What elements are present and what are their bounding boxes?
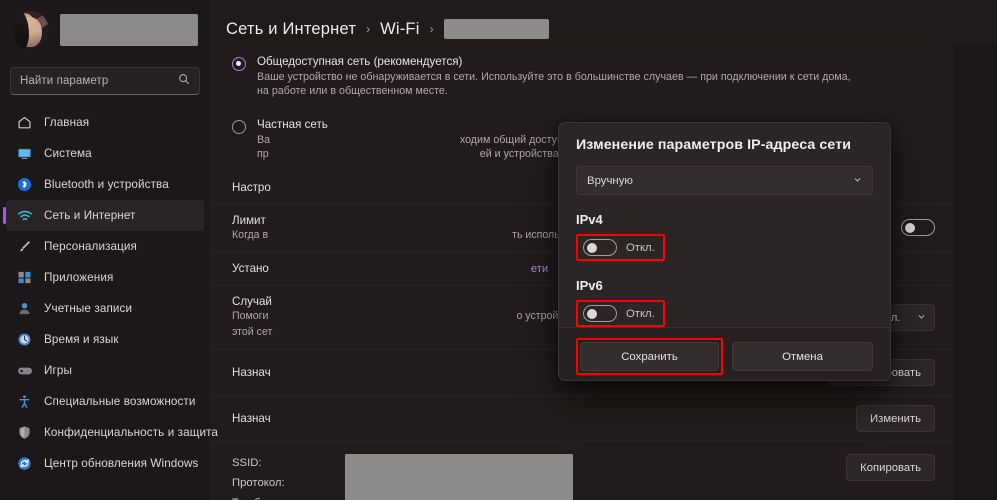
chevron-down-icon [917,312,926,324]
sidebar-item-bluetooth[interactable]: Bluetooth и устройства [6,169,204,200]
system-icon [16,145,33,162]
apps-icon [16,269,33,286]
breadcrumb-item-network[interactable]: Сеть и Интернет [226,20,356,39]
accessibility-icon [16,393,33,410]
network-profile-public[interactable]: Общедоступная сеть (рекомендуется) Ваше … [210,44,953,107]
row-label: Устано [232,262,269,275]
gamepad-icon [16,362,33,379]
chevron-right-icon: › [430,22,434,36]
sidebar-item-accessibility[interactable]: Специальные возможности [6,386,204,417]
toggle-knob [587,309,597,319]
sidebar-item-gaming[interactable]: Игры [6,355,204,386]
account-header[interactable] [0,0,210,59]
save-button[interactable]: Сохранить [580,342,719,371]
sidebar-item-label: Сеть и Интернет [44,209,136,222]
breadcrumb: Сеть и Интернет › Wi-Fi › [210,0,997,44]
change-button[interactable]: Изменить [856,405,935,432]
wifi-icon [16,207,33,224]
toggle-knob [587,243,597,253]
dropdown-value: Вручную [587,175,633,187]
search-icon [178,72,190,90]
ip-assignment-dropdown[interactable]: Вручную [576,166,873,195]
sidebar-item-time-language[interactable]: Время и язык [6,324,204,355]
radio-description-left: Ва [257,133,270,147]
radio-description: Ваше устройство не обнаруживается в сети… [257,70,865,98]
scrollbar-gutter[interactable] [953,44,997,500]
row-sublabel-left: Помоги [232,310,268,324]
property-labels: SSID: Протокол: Тип безопасности: Изгото… [232,454,329,500]
property-label-protocol: Протокол: [232,474,329,494]
copy-button[interactable]: Копировать [846,454,935,481]
sidebar-item-label: Игры [44,364,72,377]
sidebar-item-label: Приложения [44,271,113,284]
sidebar: Найти параметр Главная [0,0,210,500]
property-values-redacted [345,454,573,500]
row-label: Назнач [232,412,842,425]
ipv6-toggle-label: Откл. [626,308,655,320]
sidebar-item-label: Специальные возможности [44,395,196,408]
sidebar-item-label: Конфиденциальность и защита [44,426,218,439]
shield-icon [16,424,33,441]
sidebar-item-network[interactable]: Сеть и Интернет [6,200,204,231]
ip-settings-dialog: Изменение параметров IP-адреса сети Вруч… [558,122,891,381]
adapter-properties: SSID: Протокол: Тип безопасности: Изгото… [210,442,953,500]
ipv4-toggle[interactable] [583,239,617,256]
sidebar-item-system[interactable]: Система [6,138,204,169]
avatar [11,11,49,49]
sidebar-item-label: Время и язык [44,333,119,346]
sidebar-item-privacy[interactable]: Конфиденциальность и защита [6,417,204,448]
dialog-title: Изменение параметров IP-адреса сети [576,137,873,153]
radio-description-left2: пр [257,147,269,161]
radio-icon[interactable] [232,57,246,71]
radio-icon[interactable] [232,120,246,134]
sidebar-item-label: Главная [44,116,89,129]
search-placeholder: Найти параметр [20,75,108,87]
sidebar-item-windows-update[interactable]: Центр обновления Windows [6,448,204,479]
bluetooth-icon [16,176,33,193]
brush-icon [16,238,33,255]
row-sublabel-left: Когда в [232,229,268,243]
chevron-right-icon: › [366,22,370,36]
sidebar-item-label: Система [44,147,92,160]
sidebar-item-label: Учетные записи [44,302,132,315]
row-link[interactable]: ети [531,263,548,275]
person-icon [16,300,33,317]
breadcrumb-item-redacted [444,19,549,39]
property-label-security: Тип безопасности: [232,494,329,500]
sidebar-nav: Главная Система [0,107,210,479]
ipv4-toggle-label: Откл. [626,242,655,254]
chevron-down-icon [853,175,862,187]
settings-row-dns-assignment[interactable]: Назнач Изменить [210,396,953,442]
home-icon [16,114,33,131]
ipv6-heading: IPv6 [576,278,873,293]
settings-window: Найти параметр Главная [0,0,997,500]
property-label-ssid: SSID: [232,454,329,474]
sidebar-item-apps[interactable]: Приложения [6,262,204,293]
toggle-knob [905,223,915,233]
sidebar-item-label: Персонализация [44,240,137,253]
sidebar-item-accounts[interactable]: Учетные записи [6,293,204,324]
breadcrumb-item-wifi[interactable]: Wi-Fi [380,20,419,39]
radio-label: Общедоступная сеть (рекомендуется) [257,55,865,68]
copy-button-wrap: Копировать [846,454,935,500]
sidebar-item-label: Bluetooth и устройства [44,178,169,191]
ipv4-toggle-highlight: Откл. [576,234,665,261]
dialog-body: Изменение параметров IP-адреса сети Вруч… [559,123,890,327]
metered-toggle[interactable] [901,219,935,236]
dialog-footer: Сохранить Отмена [559,327,890,381]
ipv6-toggle-highlight: Откл. [576,300,665,327]
sidebar-item-label: Центр обновления Windows [44,457,198,470]
search-input[interactable]: Найти параметр [10,67,200,95]
cancel-button[interactable]: Отмена [732,342,873,371]
ipv6-toggle[interactable] [583,305,617,322]
clock-icon [16,331,33,348]
update-icon [16,455,33,472]
ipv4-heading: IPv4 [576,212,873,227]
sidebar-item-home[interactable]: Главная [6,107,204,138]
main-pane: Сеть и Интернет › Wi-Fi › Общедоступная … [210,0,997,500]
sidebar-item-personalization[interactable]: Персонализация [6,231,204,262]
save-button-highlight: Сохранить [576,338,723,375]
account-name-redacted [60,14,198,46]
